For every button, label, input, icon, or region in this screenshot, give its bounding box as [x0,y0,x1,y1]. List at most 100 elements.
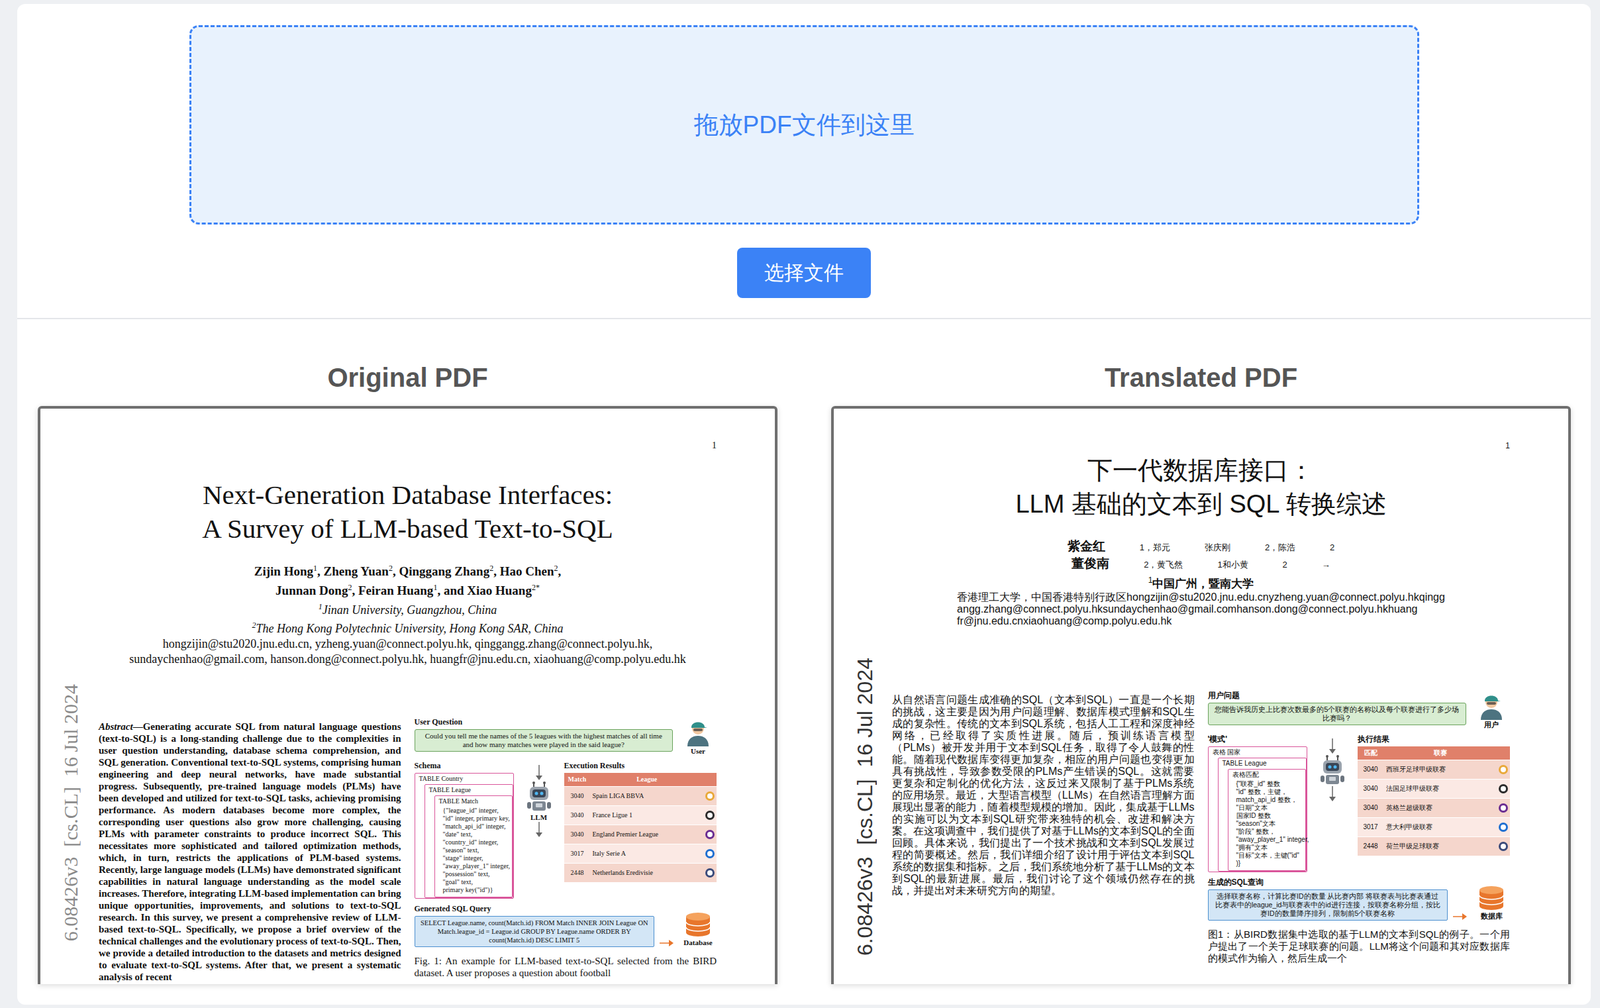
database-block: 数据库 [1472,884,1510,921]
schema-field: )} [1232,859,1306,868]
league-logo-icon [1498,784,1508,794]
emails: 香港理工大学，中国香港特别行政区hongzijin@stu2020.jnu.ed… [956,591,1446,628]
pdf-viewer[interactable]: 1Next-Generation Database Interfaces:A S… [37,405,778,985]
schema-table: TABLE Match{"league_id" integer,"id" int… [434,795,513,898]
author: 1和小黄 [1217,556,1248,573]
database-label: Database [683,937,712,948]
results-block: 执行结果匹配联赛3040西班牙足球甲级联赛3040法国足球甲级联赛3040英格兰… [1357,734,1511,856]
results-match-cell: 3040 [564,805,591,825]
schema-table: 表格 国家TABLE League表格匹配{"联赛_id" 整数"id" 整数，… [1207,746,1308,873]
schema-field: "日期"文本 [1232,803,1306,812]
schema-field: "拥有"文本 [1232,843,1306,852]
results-logo-cell [703,843,717,863]
sql-block: Generated SQL QuerySELECT League.name, c… [414,903,655,948]
results-block: Execution ResultsMatchLeague3040Spain LI… [564,760,718,883]
author: , Qinggang Zhang2 [392,560,494,580]
league-logo-icon [1498,841,1508,851]
arrow-right-icon [659,939,675,948]
database-block: Database [679,911,717,948]
results-match-cell: 3040 [1357,759,1385,779]
league-logo-icon [705,868,715,878]
arrow-down-icon [1328,786,1337,802]
pdf-viewer[interactable]: 1下一代数据库接口：LLM 基础的文本到 SQL 转换综述紫金红1，郑元张庆刚2… [831,405,1571,985]
schema-field: "away_player_1" integer, [439,862,512,871]
arrow-down-icon [1328,738,1337,755]
results-logo-cell [703,805,717,825]
results-header [1496,746,1510,760]
figure-label: User Question [414,717,674,728]
results-logo-cell [703,786,717,806]
results-header [703,772,717,787]
abstract: Abstract—Generating accurate SQL from na… [98,720,402,983]
schema-table-name: TABLE Country [419,774,514,783]
schema-field: "country_id" integer, [439,838,512,847]
user-icon [1478,690,1505,720]
authors: Zijin Hong1, Zheng Yuan2, Qinggang Zhang… [254,560,561,600]
user-question: 用户问题您能告诉我历史上比赛次数最多的5个联赛的名称以及每个联赛进行了多少场比赛… [1207,690,1467,726]
results-table: 匹配联赛3040西班牙足球甲级联赛3040法国足球甲级联赛3040英格兰超级联赛… [1357,746,1511,856]
schema-field: "date" text, [439,830,512,839]
schema-field: "阶段" 整数， [1232,827,1306,836]
results-logo-cell [703,862,717,883]
author-row: Junnan Dong2, Feiran Huang1, and Xiao Hu… [275,579,540,599]
select-file-button[interactable]: 选择文件 [737,247,871,299]
pdf-page: 1Next-Generation Database Interfaces:A S… [40,408,775,983]
llm-block: LLM [519,760,559,838]
figure-label: 执行结果 [1357,734,1511,745]
results-logo-cell [703,824,717,844]
sql-block: 生成的SQL查询选择联赛名称，计算比赛ID的数量 从比赛内部 将联赛表与比赛表通… [1207,877,1449,921]
user-block: 用户 [1472,690,1510,730]
schema-table-name: TABLE League [1222,759,1306,768]
paper-title: Next-Generation Database Interfaces:A Su… [201,478,613,546]
schema-block: '模式'表格 国家TABLE League表格匹配{"联赛_id" 整数"id"… [1207,734,1308,873]
user-label: User [690,746,706,756]
results-league-cell: England Premier League [590,824,704,844]
author: 2，陈浩 [1264,539,1296,556]
results-league-cell: 西班牙足球甲级联赛 [1384,759,1498,779]
figure-label: 用户问题 [1207,690,1467,701]
author: , Zheng Yuan2 [317,560,393,580]
results-logo-cell [1496,759,1510,779]
schema-field: match_api_id 整数， [1232,796,1306,804]
schema-field: "stage" integer, [439,854,512,863]
league-logo-icon [705,829,715,840]
author: , Feiran Huang1 [351,579,438,599]
results-match-cell: 2448 [564,862,591,883]
results-league-cell: 意大利甲级联赛 [1384,817,1498,837]
results-logo-cell [1496,817,1510,837]
schema-table: TABLE LeagueTABLE Match{"league_id" inte… [424,784,514,899]
user-block: User [679,717,717,756]
figure-label: Generated SQL Query [414,903,655,914]
schema-table-name: TABLE League [429,786,513,795]
schema-table-name: 表格匹配 [1232,770,1306,779]
author: , and Xiao Huang2* [437,579,540,599]
schema-field: {"联赛_id" 整数 [1232,780,1306,789]
database-icon [1476,884,1506,912]
figure-label: 生成的SQL查询 [1207,877,1449,888]
results-match-cell: 2448 [1357,836,1385,856]
results-league-cell: 英格兰超级联赛 [1384,798,1498,818]
email-line: fr@jnu.edu.cnxiaohuang@comp.polyu.edu.hk [956,615,1172,628]
results-header: 联赛 [1384,746,1498,760]
league-logo-icon [1498,803,1508,813]
robot-icon [524,780,554,813]
schema-field: "season"文本 [1232,819,1306,828]
results-header: 匹配 [1357,746,1385,760]
user-icon [684,717,712,747]
schema-field: {"league_id" integer, [439,806,512,815]
abstract: 从自然语言问题生成准确的SQL（文本到SQL）一直是一个长期的挑战，这主要是因为… [892,694,1195,897]
author: Junnan Dong2 [275,579,352,599]
llm-label: LLM [530,812,548,822]
pdf-dropzone[interactable]: 拖放PDF文件到这里 [189,25,1420,225]
schema-field: 国家ID 整数 [1232,811,1306,820]
figure-label: Schema [414,760,514,771]
pdf-page: 1下一代数据库接口：LLM 基础的文本到 SQL 转换综述紫金红1，郑元张庆刚2… [833,408,1569,965]
results-table: MatchLeague3040Spain LIGA BBVA3040France… [564,772,718,883]
arxiv-stamp: 6.08426v3 [cs.CL] 16 Jul 2024 [852,657,878,956]
author: 董俊南 [1071,555,1110,572]
affiliation: 1中国广州，暨南大学 [1148,572,1255,592]
results-league-cell: France Ligue 1 [590,805,704,825]
schema-table-name: 表格 国家 [1212,748,1307,757]
arxiv-stamp: 6.08426v3 [cs.CL] 16 Jul 2024 [59,684,83,942]
arrow-down-icon [535,764,544,781]
